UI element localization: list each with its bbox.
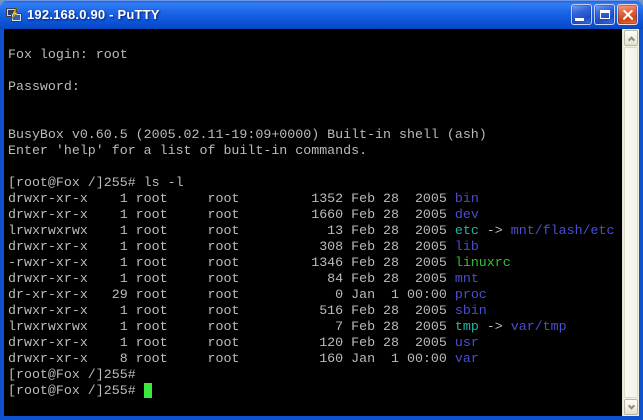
terminal-text: drwxr-xr-x 1 root root 308 Feb 28 2005 <box>8 239 455 254</box>
maximize-button[interactable] <box>594 4 615 25</box>
terminal-line: Fox login: root <box>8 47 622 63</box>
terminal-text: drwxr-xr-x 1 root root 84 Feb 28 2005 <box>8 271 455 286</box>
close-button[interactable] <box>617 4 638 25</box>
chevron-down-icon <box>627 402 634 409</box>
terminal-line <box>8 399 622 415</box>
terminal-line: Enter 'help' for a list of built-in comm… <box>8 143 622 159</box>
file-name: proc <box>455 287 487 302</box>
putty-app-icon[interactable] <box>6 7 22 23</box>
chevron-up-icon <box>627 36 634 43</box>
file-name: linuxrc <box>455 255 511 270</box>
terminal-text: [root@Fox /]255# <box>8 383 144 398</box>
terminal-screen[interactable]: Fox login: root Password: BusyBox v0.60.… <box>4 29 622 416</box>
terminal-line: lrwxrwxrwx 1 root root 13 Feb 28 2005 et… <box>8 223 622 239</box>
terminal-line <box>8 95 622 111</box>
scroll-down-button[interactable] <box>624 399 638 415</box>
terminal-text: [root@Fox /]255# <box>8 367 136 382</box>
terminal-text: -> <box>479 223 511 238</box>
terminal-text: lrwxrwxrwx 1 root root 13 Feb 28 2005 <box>8 223 455 238</box>
scrollbar[interactable] <box>622 29 639 416</box>
file-name: lib <box>455 239 479 254</box>
terminal-line <box>8 31 622 47</box>
terminal-text: drwxr-xr-x 1 root root 1352 Feb 28 2005 <box>8 191 455 206</box>
maximize-icon <box>600 10 610 19</box>
file-name: dev <box>455 207 479 222</box>
file-name: usr <box>455 335 479 350</box>
minimize-icon <box>575 18 584 21</box>
file-name: etc <box>455 223 479 238</box>
scroll-up-button[interactable] <box>624 30 638 46</box>
terminal-text: dr-xr-xr-x 29 root root 0 Jan 1 00:00 <box>8 287 455 302</box>
terminal-line: drwxr-xr-x 8 root root 160 Jan 1 00:00 v… <box>8 351 622 367</box>
terminal-line: drwxr-xr-x 1 root root 1352 Feb 28 2005 … <box>8 191 622 207</box>
file-name: mnt/flash/etc <box>511 223 615 238</box>
terminal-text: drwxr-xr-x 8 root root 160 Jan 1 00:00 <box>8 351 455 366</box>
terminal-line: lrwxrwxrwx 1 root root 7 Feb 28 2005 tmp… <box>8 319 622 335</box>
terminal-line: drwxr-xr-x 1 root root 1660 Feb 28 2005 … <box>8 207 622 223</box>
file-name: mnt <box>455 271 479 286</box>
terminal-text: Fox login: root <box>8 47 128 62</box>
terminal-text: [root@Fox /]255# ls -l <box>8 175 184 190</box>
terminal-text: -rwxr-xr-x 1 root root 1346 Feb 28 2005 <box>8 255 455 270</box>
terminal-line <box>8 63 622 79</box>
window-content: Fox login: root Password: BusyBox v0.60.… <box>4 29 639 416</box>
terminal-text: -> <box>479 319 511 334</box>
minimize-button[interactable] <box>571 4 592 25</box>
scrollbar-thumb[interactable] <box>624 47 638 398</box>
terminal-line: drwxr-xr-x 1 root root 516 Feb 28 2005 s… <box>8 303 622 319</box>
terminal-line: Password: <box>8 79 622 95</box>
terminal-line <box>8 111 622 127</box>
window-controls <box>571 4 638 25</box>
terminal-line: [root@Fox /]255# <box>8 383 622 399</box>
terminal-line: drwxr-xr-x 1 root root 308 Feb 28 2005 l… <box>8 239 622 255</box>
terminal-line: [root@Fox /]255# ls -l <box>8 175 622 191</box>
terminal-line: -rwxr-xr-x 1 root root 1346 Feb 28 2005 … <box>8 255 622 271</box>
file-name: bin <box>455 191 479 206</box>
terminal-line: drwxr-xr-x 1 root root 120 Feb 28 2005 u… <box>8 335 622 351</box>
terminal-line: [root@Fox /]255# <box>8 367 622 383</box>
terminal-text: drwxr-xr-x 1 root root 516 Feb 28 2005 <box>8 303 455 318</box>
terminal-text: Password: <box>8 79 80 94</box>
file-name: var/tmp <box>511 319 567 334</box>
terminal-line: dr-xr-xr-x 29 root root 0 Jan 1 00:00 pr… <box>8 287 622 303</box>
file-name: sbin <box>455 303 487 318</box>
terminal-text: drwxr-xr-x 1 root root 120 Feb 28 2005 <box>8 335 455 350</box>
window-title: 192.168.0.90 - PuTTY <box>27 7 571 22</box>
file-name: var <box>455 351 479 366</box>
terminal-text: lrwxrwxrwx 1 root root 7 Feb 28 2005 <box>8 319 455 334</box>
file-name: tmp <box>455 319 479 334</box>
terminal-cursor <box>144 383 152 398</box>
terminal-line <box>8 159 622 175</box>
terminal-text: drwxr-xr-x 1 root root 1660 Feb 28 2005 <box>8 207 455 222</box>
terminal-line: drwxr-xr-x 1 root root 84 Feb 28 2005 mn… <box>8 271 622 287</box>
terminal-text: Enter 'help' for a list of built-in comm… <box>8 143 367 158</box>
title-bar[interactable]: 192.168.0.90 - PuTTY <box>0 0 643 29</box>
putty-window: 192.168.0.90 - PuTTY Fox login: root Pas… <box>0 0 643 420</box>
terminal-line: BusyBox v0.60.5 (2005.02.11-19:09+0000) … <box>8 127 622 143</box>
terminal-text: BusyBox v0.60.5 (2005.02.11-19:09+0000) … <box>8 127 487 142</box>
